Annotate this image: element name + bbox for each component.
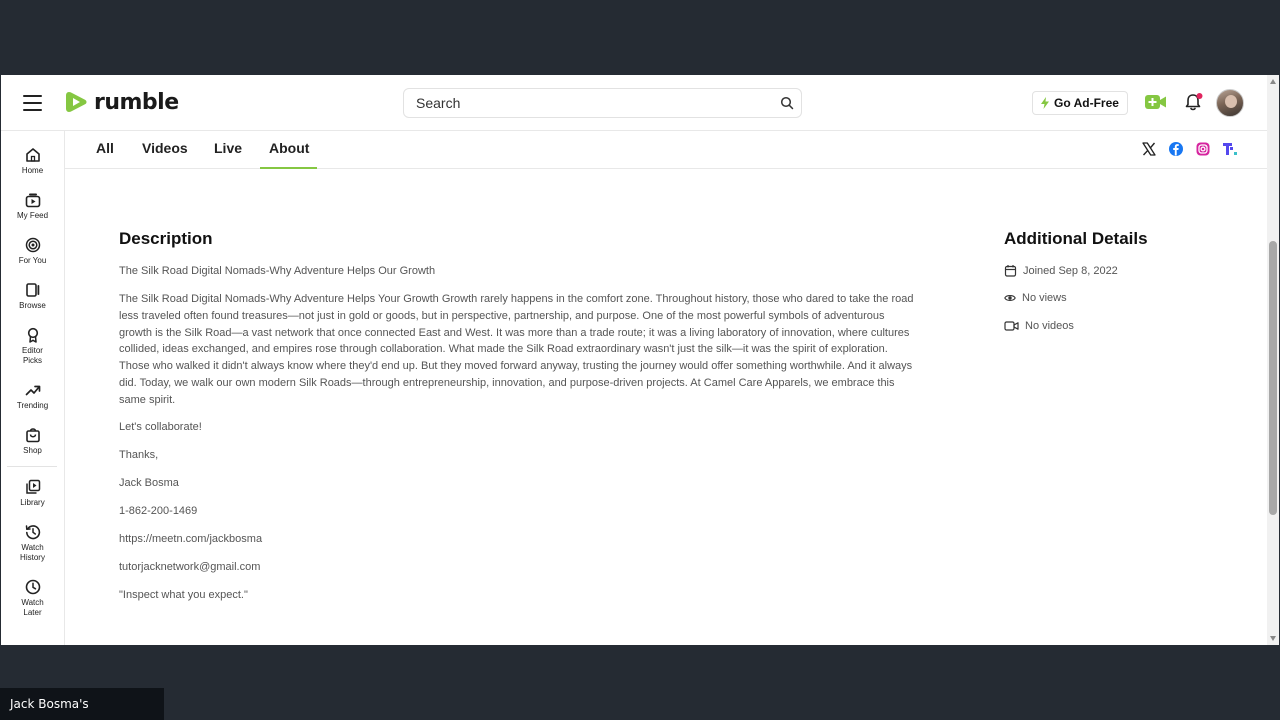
browser-frame: rumble Go Ad-Free: [1, 75, 1279, 645]
library-icon: [25, 479, 40, 494]
go-ad-free-button[interactable]: Go Ad-Free: [1032, 91, 1128, 115]
search-input[interactable]: [416, 89, 766, 117]
notification-bell-icon[interactable]: [1184, 92, 1204, 112]
sidebar-item-editor-picks[interactable]: Editor Picks: [1, 327, 64, 366]
target-icon: [25, 237, 40, 253]
rumble-logo[interactable]: rumble: [64, 88, 179, 116]
top-header: rumble Go Ad-Free: [1, 75, 1267, 131]
tab-all[interactable]: All: [96, 140, 114, 169]
description-heading: Description: [119, 229, 213, 248]
sidebar-item-watch-later[interactable]: Watch Later: [1, 579, 64, 618]
menu-icon[interactable]: [23, 95, 42, 111]
sidebar-item-label: Home: [21, 166, 44, 175]
additional-details-heading: Additional Details: [1004, 229, 1148, 248]
calendar-icon: [1004, 265, 1017, 277]
x-twitter-icon[interactable]: [1141, 141, 1157, 157]
videos-count: No videos: [1004, 320, 1074, 332]
sidebar-item-label: My Feed: [16, 211, 49, 220]
sidebar-item-browse[interactable]: Browse: [1, 282, 64, 311]
lightning-icon: [1041, 97, 1050, 109]
ad-free-label: Go Ad-Free: [1054, 96, 1119, 110]
description-email: tutorjacknetwork@gmail.com: [119, 561, 261, 573]
description-phone: 1-862-200-1469: [119, 505, 198, 517]
upload-video-icon[interactable]: [1145, 94, 1167, 110]
videos-text: No videos: [1025, 320, 1074, 332]
scroll-thumb[interactable]: [1269, 241, 1277, 515]
browse-icon: [25, 283, 39, 297]
sidebar-item-home[interactable]: Home: [1, 147, 64, 176]
tab-videos[interactable]: Videos: [142, 140, 188, 169]
description-collab: Let's collaborate!: [119, 421, 202, 433]
instagram-icon[interactable]: [1195, 141, 1211, 157]
search-box[interactable]: [403, 88, 802, 118]
views-text: No views: [1022, 292, 1067, 304]
sidebar-item-watch-history[interactable]: Watch History: [1, 524, 64, 563]
shop-icon: [25, 428, 40, 443]
search-icon[interactable]: [780, 96, 794, 110]
sidebar-item-label: Watch Later: [21, 598, 44, 617]
video-camera-icon: [1004, 321, 1019, 331]
tab-live[interactable]: Live: [214, 140, 242, 169]
sidebar-divider: [7, 466, 57, 467]
description-quote: "Inspect what you expect.": [119, 589, 248, 601]
scroll-down-arrow-icon[interactable]: [1270, 636, 1276, 641]
sidebar-item-label: Shop: [23, 446, 42, 455]
channel-tabs: All Videos Live About: [65, 131, 1267, 169]
views-count: No views: [1004, 292, 1067, 304]
sidebar-item-shop[interactable]: Shop: [1, 427, 64, 456]
joined-date: Joined Sep 8, 2022: [1004, 264, 1118, 277]
truth-social-icon[interactable]: [1222, 141, 1238, 157]
page-scrollbar[interactable]: [1267, 75, 1279, 645]
rumble-play-icon: [66, 92, 87, 112]
sidebar-item-trending[interactable]: Trending: [1, 382, 64, 411]
tab-about[interactable]: About: [260, 140, 317, 169]
eye-icon: [1004, 295, 1016, 301]
description-body: The Silk Road Digital Nomads-Why Adventu…: [119, 293, 914, 406]
trending-icon: [25, 385, 40, 396]
sidebar-item-label: Watch History: [20, 543, 45, 562]
sidebar-item-label: Browse: [19, 301, 46, 310]
award-icon: [27, 327, 38, 343]
sidebar-item-my-feed[interactable]: My Feed: [1, 192, 64, 221]
scroll-up-arrow-icon[interactable]: [1270, 79, 1276, 84]
sidebar-item-label: Editor Picks: [22, 346, 43, 365]
left-sidebar: Home My Feed For You Browse Editor Picks…: [1, 131, 65, 645]
logo-text: rumble: [94, 89, 179, 115]
facebook-icon[interactable]: [1168, 141, 1184, 157]
history-icon: [25, 525, 40, 540]
presentation-caption: Jack Bosma's Presentation: [0, 688, 164, 720]
description-subtitle: The Silk Road Digital Nomads-Why Adventu…: [119, 265, 436, 277]
description-thanks: Thanks,: [119, 449, 159, 461]
sidebar-item-label: Trending: [16, 401, 49, 410]
sidebar-item-label: Library: [20, 498, 45, 507]
description-url: https://meetn.com/jackbosma: [119, 533, 263, 545]
sidebar-item-library[interactable]: Library: [1, 479, 64, 508]
description-name: Jack Bosma: [119, 477, 179, 489]
sidebar-item-label: For You: [18, 256, 47, 265]
clock-icon: [25, 579, 40, 595]
home-icon: [25, 148, 40, 162]
joined-text: Joined Sep 8, 2022: [1023, 264, 1118, 277]
feed-icon: [25, 193, 40, 208]
sidebar-item-for-you[interactable]: For You: [1, 237, 64, 266]
user-avatar[interactable]: [1216, 89, 1244, 117]
